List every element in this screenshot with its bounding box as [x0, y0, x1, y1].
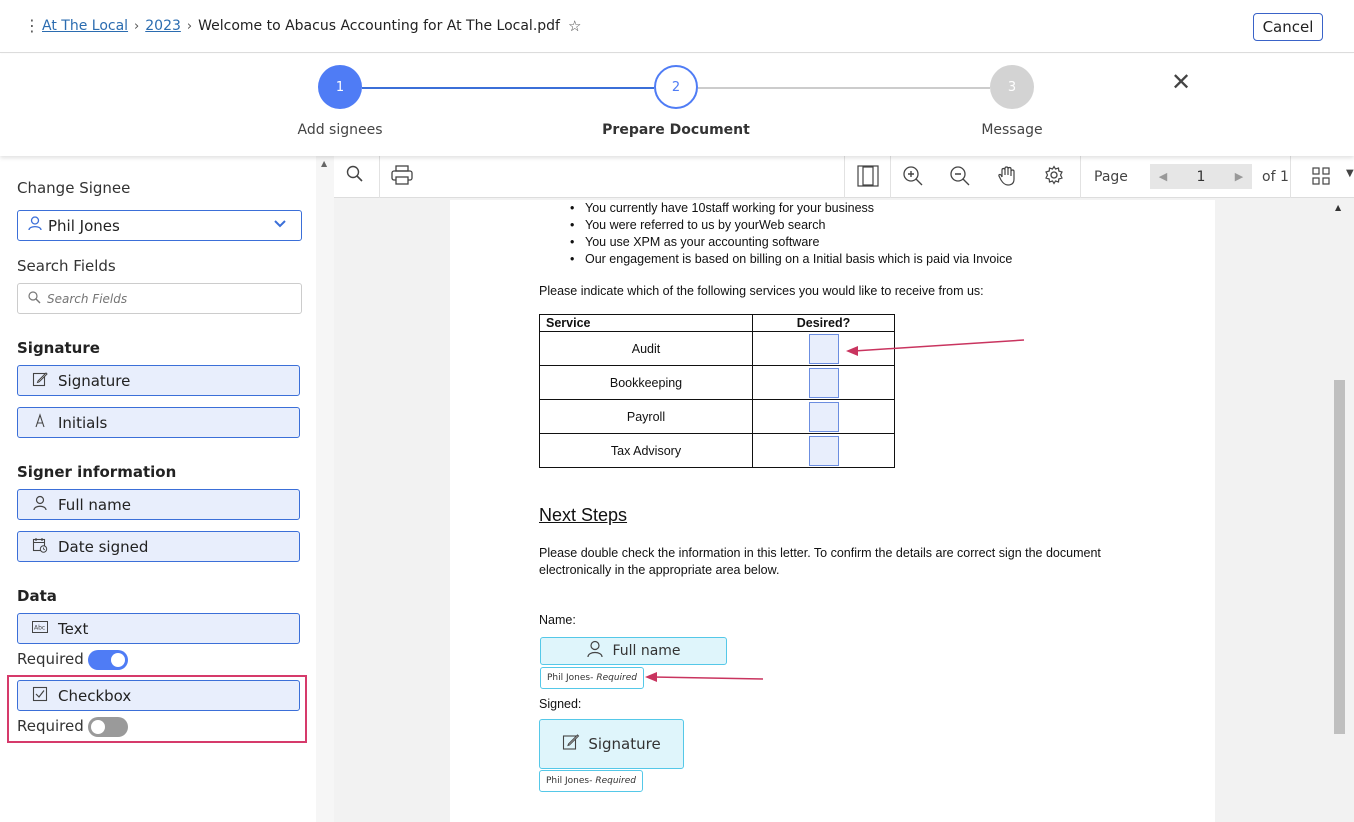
- print-icon[interactable]: [391, 165, 413, 190]
- full-name-field-button[interactable]: Full name: [17, 489, 300, 520]
- breadcrumb-link-client[interactable]: At The Local: [42, 18, 128, 34]
- pdf-page: You currently have 10staff working for y…: [450, 200, 1215, 822]
- zoom-in-icon[interactable]: [902, 165, 924, 192]
- top-bar: ⋮ At The Local › 2023 › Welcome to Abacu…: [0, 0, 1354, 53]
- thumbnail-grid-icon[interactable]: [1312, 167, 1330, 190]
- previous-page-button[interactable]: ◀: [1150, 164, 1176, 189]
- next-page-button[interactable]: ▶: [1226, 164, 1252, 189]
- close-icon[interactable]: ✕: [1171, 70, 1191, 94]
- search-icon[interactable]: [346, 165, 364, 188]
- user-icon: [32, 495, 48, 515]
- step-1-label: Add signees: [297, 122, 383, 138]
- signee-dropdown[interactable]: Phil Jones: [17, 210, 302, 241]
- user-icon: [28, 216, 42, 235]
- checkbox-required-toggle[interactable]: [88, 717, 128, 737]
- checkbox-field-label: Checkbox: [58, 686, 132, 705]
- text-field-label: Text: [58, 619, 89, 638]
- single-page-view-icon[interactable]: [857, 165, 879, 192]
- signature-field-label: Signature: [58, 371, 131, 390]
- step-2-label: Prepare Document: [602, 122, 750, 138]
- signer-info-section-heading: Signer information: [17, 463, 177, 481]
- signature-section-heading: Signature: [17, 339, 100, 357]
- star-icon[interactable]: ☆: [568, 17, 581, 35]
- search-icon: [28, 289, 41, 308]
- wizard-stepper: 1 Add signees 2 Prepare Document 3 Messa…: [0, 54, 1354, 156]
- initials-field-button[interactable]: Initials: [17, 407, 300, 438]
- search-fields-label: Search Fields: [17, 257, 116, 275]
- kebab-menu-icon[interactable]: ⋮: [24, 16, 40, 36]
- signature-field-button[interactable]: Signature: [17, 365, 300, 396]
- date-signed-field-button[interactable]: Date signed: [17, 531, 300, 562]
- page-total-label: of 1: [1262, 168, 1289, 185]
- breadcrumb-link-year[interactable]: 2023: [145, 18, 181, 34]
- step-1-circle[interactable]: 1: [318, 65, 362, 109]
- cancel-button[interactable]: Cancel: [1253, 13, 1323, 41]
- checkbox-required-label: Required: [17, 717, 84, 735]
- scrollbar-thumb[interactable]: [1334, 380, 1345, 734]
- change-signee-label: Change Signee: [17, 179, 131, 197]
- chevron-down-icon: [273, 216, 287, 234]
- arrow-annotation: [645, 672, 764, 682]
- document-viewer: ▲ Page ◀ 1 ▶ of 1 ▼ • You currently have…: [316, 156, 1354, 822]
- vertical-scrollbar[interactable]: ▲: [1332, 200, 1346, 822]
- search-fields-box: [17, 283, 302, 314]
- svg-text:Abc: Abc: [34, 624, 45, 631]
- initials-icon: [32, 412, 48, 433]
- full-name-field-label: Full name: [58, 495, 131, 514]
- signee-value: Phil Jones: [48, 216, 120, 235]
- text-required-label: Required: [17, 650, 84, 668]
- checkbox-icon: [32, 686, 48, 706]
- breadcrumb: At The Local › 2023 › Welcome to Abacus …: [42, 17, 581, 35]
- settings-gear-icon[interactable]: [1044, 165, 1064, 190]
- breadcrumb-document-name: Welcome to Abacus Accounting for At The …: [198, 18, 560, 34]
- page-navigator: ◀ 1 ▶ of 1: [1150, 164, 1289, 189]
- checkbox-field-button[interactable]: Checkbox: [17, 680, 300, 711]
- step-3-label: Message: [981, 122, 1043, 138]
- signature-icon: [32, 371, 48, 391]
- viewer-toolbar: Page ◀ 1 ▶ of 1 ▼: [334, 156, 1354, 198]
- text-field-icon: Abc: [32, 620, 48, 637]
- step-2-circle[interactable]: 2: [654, 65, 698, 109]
- step-connector-pending: [698, 87, 990, 89]
- step-connector-completed: [362, 87, 654, 89]
- page-label: Page: [1094, 169, 1128, 185]
- caret-down-icon[interactable]: ▼: [1346, 168, 1354, 179]
- fields-sidebar: Change Signee Phil Jones Search Fields S…: [0, 156, 316, 822]
- caret-up-icon[interactable]: ▲: [321, 159, 327, 168]
- page-number-input[interactable]: 1: [1176, 164, 1226, 189]
- caret-up-icon[interactable]: ▲: [1335, 203, 1341, 212]
- chevron-right-icon: ›: [186, 18, 193, 34]
- step-3-circle[interactable]: 3: [990, 65, 1034, 109]
- text-field-button[interactable]: Abc Text: [17, 613, 300, 644]
- data-section-heading: Data: [17, 587, 57, 605]
- annotation-arrows: [645, 339, 1025, 682]
- arrow-annotation: [846, 339, 1025, 356]
- zoom-out-icon[interactable]: [949, 165, 971, 192]
- date-signed-field-label: Date signed: [58, 537, 149, 556]
- viewer-left-gutter: ▲: [316, 156, 334, 822]
- chevron-right-icon: ›: [134, 18, 140, 34]
- search-fields-input[interactable]: [47, 291, 277, 306]
- initials-field-label: Initials: [58, 413, 108, 432]
- text-required-toggle[interactable]: [88, 650, 128, 670]
- pan-hand-icon[interactable]: [996, 165, 1018, 192]
- calendar-clock-icon: [32, 537, 48, 557]
